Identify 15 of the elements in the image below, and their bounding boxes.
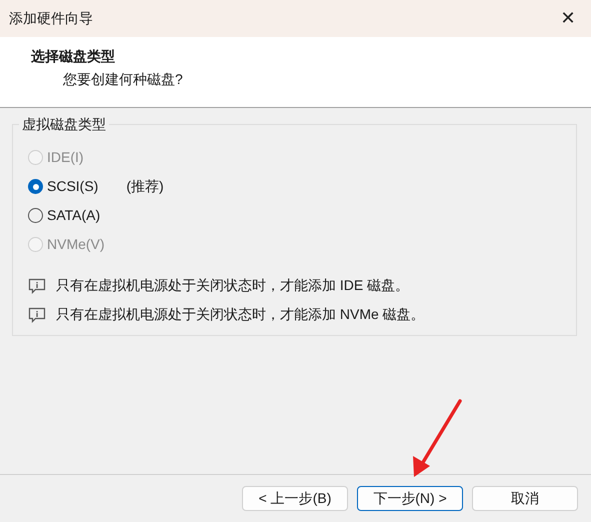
close-button[interactable]: ✕ (551, 4, 585, 34)
radio-option[interactable]: SATA(A) (28, 205, 100, 226)
page-subtitle: 您要创建何种磁盘? (62, 70, 184, 89)
wizard-button[interactable]: 取消 (472, 486, 578, 511)
info-icon (28, 306, 46, 322)
window-title: 添加硬件向导 (9, 9, 93, 28)
info-message: 只有在虚拟机电源处于关闭状态时，才能添加 IDE 磁盘。 (56, 276, 410, 295)
recommended-note: (推荐) (126, 177, 164, 196)
info-message: 只有在虚拟机电源处于关闭状态时，才能添加 NVMe 磁盘。 (56, 305, 425, 324)
wizard-button[interactable]: < 上一步(B) (242, 486, 348, 511)
group-label: 虚拟磁盘类型 (19, 115, 109, 133)
radio-option[interactable]: SCSI(S) (28, 176, 98, 197)
wizard-button[interactable]: 下一步(N) > (357, 486, 463, 511)
info-icon (28, 278, 46, 294)
page-title: 选择磁盘类型 (31, 47, 116, 66)
